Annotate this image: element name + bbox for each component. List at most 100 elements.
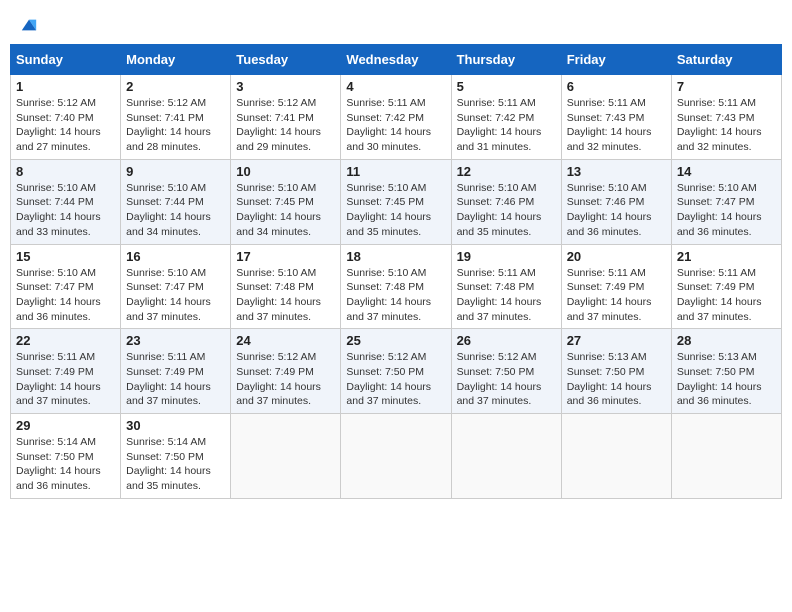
calendar-day-cell: 23 Sunrise: 5:11 AM Sunset: 7:49 PM Dayli… (121, 329, 231, 414)
day-info: Sunrise: 5:14 AM Sunset: 7:50 PM Dayligh… (126, 435, 225, 494)
calendar-day-cell: 24 Sunrise: 5:12 AM Sunset: 7:49 PM Dayli… (231, 329, 341, 414)
day-info: Sunrise: 5:11 AM Sunset: 7:48 PM Dayligh… (457, 266, 556, 325)
day-info: Sunrise: 5:11 AM Sunset: 7:42 PM Dayligh… (346, 96, 445, 155)
day-number: 14 (677, 164, 776, 179)
day-info: Sunrise: 5:10 AM Sunset: 7:46 PM Dayligh… (457, 181, 556, 240)
weekday-header: Thursday (451, 45, 561, 75)
calendar-day-cell: 26Sunrise: 5:12 AM Sunset: 7:50 PM Dayli… (451, 329, 561, 414)
calendar-week-row: 29 Sunrise: 5:14 AM Sunset: 7:50 PM Dayli… (11, 414, 782, 499)
weekday-header: Monday (121, 45, 231, 75)
calendar-day-cell: 13 Sunrise: 5:10 AM Sunset: 7:46 PM Dayli… (561, 159, 671, 244)
weekday-header: Saturday (671, 45, 781, 75)
weekday-header: Friday (561, 45, 671, 75)
day-info: Sunrise: 5:12 AM Sunset: 7:41 PM Dayligh… (236, 96, 335, 155)
calendar-day-cell: 5 Sunrise: 5:11 AM Sunset: 7:42 PM Daylig… (451, 75, 561, 160)
calendar-table: SundayMondayTuesdayWednesdayThursdayFrid… (10, 44, 782, 499)
day-info: Sunrise: 5:11 AM Sunset: 7:42 PM Dayligh… (457, 96, 556, 155)
calendar-day-cell: 11 Sunrise: 5:10 AM Sunset: 7:45 PM Dayli… (341, 159, 451, 244)
day-info: Sunrise: 5:12 AM Sunset: 7:50 PM Dayligh… (346, 350, 445, 409)
day-number: 15 (16, 249, 115, 264)
day-number: 12 (457, 164, 556, 179)
day-info: Sunrise: 5:10 AM Sunset: 7:45 PM Dayligh… (346, 181, 445, 240)
empty-day-cell (561, 414, 671, 499)
day-number: 29 (16, 418, 115, 433)
calendar-day-cell: 16 Sunrise: 5:10 AM Sunset: 7:47 PM Dayli… (121, 244, 231, 329)
day-number: 7 (677, 79, 776, 94)
day-number: 2 (126, 79, 225, 94)
calendar-header-row: SundayMondayTuesdayWednesdayThursdayFrid… (11, 45, 782, 75)
day-number: 4 (346, 79, 445, 94)
calendar-day-cell: 29 Sunrise: 5:14 AM Sunset: 7:50 PM Dayli… (11, 414, 121, 499)
calendar-week-row: 1 Sunrise: 5:12 AM Sunset: 7:40 PM Daylig… (11, 75, 782, 160)
day-info: Sunrise: 5:11 AM Sunset: 7:49 PM Dayligh… (567, 266, 666, 325)
logo-icon (20, 16, 38, 34)
calendar-day-cell: 21 Sunrise: 5:11 AM Sunset: 7:49 PM Dayli… (671, 244, 781, 329)
day-number: 20 (567, 249, 666, 264)
day-info: Sunrise: 5:14 AM Sunset: 7:50 PM Dayligh… (16, 435, 115, 494)
day-info: Sunrise: 5:13 AM Sunset: 7:50 PM Dayligh… (677, 350, 776, 409)
calendar-day-cell: 6Sunrise: 5:11 AM Sunset: 7:43 PM Daylig… (561, 75, 671, 160)
calendar-day-cell: 22Sunrise: 5:11 AM Sunset: 7:49 PM Dayli… (11, 329, 121, 414)
page-header (10, 10, 782, 40)
logo (18, 16, 38, 34)
day-info: Sunrise: 5:10 AM Sunset: 7:44 PM Dayligh… (126, 181, 225, 240)
day-info: Sunrise: 5:12 AM Sunset: 7:41 PM Dayligh… (126, 96, 225, 155)
day-number: 13 (567, 164, 666, 179)
day-info: Sunrise: 5:11 AM Sunset: 7:49 PM Dayligh… (16, 350, 115, 409)
day-number: 30 (126, 418, 225, 433)
weekday-header: Wednesday (341, 45, 451, 75)
calendar-day-cell: 4 Sunrise: 5:11 AM Sunset: 7:42 PM Daylig… (341, 75, 451, 160)
day-number: 1 (16, 79, 115, 94)
calendar-day-cell: 20 Sunrise: 5:11 AM Sunset: 7:49 PM Dayli… (561, 244, 671, 329)
calendar-day-cell: 9 Sunrise: 5:10 AM Sunset: 7:44 PM Daylig… (121, 159, 231, 244)
day-info: Sunrise: 5:13 AM Sunset: 7:50 PM Dayligh… (567, 350, 666, 409)
empty-day-cell (341, 414, 451, 499)
calendar-day-cell: 18Sunrise: 5:10 AM Sunset: 7:48 PM Dayli… (341, 244, 451, 329)
calendar-day-cell: 12 Sunrise: 5:10 AM Sunset: 7:46 PM Dayli… (451, 159, 561, 244)
day-number: 10 (236, 164, 335, 179)
day-info: Sunrise: 5:10 AM Sunset: 7:47 PM Dayligh… (126, 266, 225, 325)
day-number: 17 (236, 249, 335, 264)
calendar-day-cell: 19 Sunrise: 5:11 AM Sunset: 7:48 PM Dayli… (451, 244, 561, 329)
calendar-day-cell: 1 Sunrise: 5:12 AM Sunset: 7:40 PM Daylig… (11, 75, 121, 160)
day-info: Sunrise: 5:11 AM Sunset: 7:49 PM Dayligh… (677, 266, 776, 325)
empty-day-cell (451, 414, 561, 499)
day-info: Sunrise: 5:11 AM Sunset: 7:49 PM Dayligh… (126, 350, 225, 409)
day-number: 21 (677, 249, 776, 264)
calendar-day-cell: 3 Sunrise: 5:12 AM Sunset: 7:41 PM Daylig… (231, 75, 341, 160)
day-number: 5 (457, 79, 556, 94)
day-number: 19 (457, 249, 556, 264)
calendar-day-cell: 8Sunrise: 5:10 AM Sunset: 7:44 PM Daylig… (11, 159, 121, 244)
day-info: Sunrise: 5:12 AM Sunset: 7:49 PM Dayligh… (236, 350, 335, 409)
day-number: 16 (126, 249, 225, 264)
calendar-day-cell: 7 Sunrise: 5:11 AM Sunset: 7:43 PM Daylig… (671, 75, 781, 160)
day-info: Sunrise: 5:10 AM Sunset: 7:45 PM Dayligh… (236, 181, 335, 240)
day-number: 26 (457, 333, 556, 348)
day-info: Sunrise: 5:12 AM Sunset: 7:40 PM Dayligh… (16, 96, 115, 155)
day-number: 3 (236, 79, 335, 94)
weekday-header: Sunday (11, 45, 121, 75)
day-info: Sunrise: 5:11 AM Sunset: 7:43 PM Dayligh… (677, 96, 776, 155)
day-number: 25 (346, 333, 445, 348)
day-info: Sunrise: 5:11 AM Sunset: 7:43 PM Dayligh… (567, 96, 666, 155)
empty-day-cell (231, 414, 341, 499)
day-number: 28 (677, 333, 776, 348)
calendar-day-cell: 25 Sunrise: 5:12 AM Sunset: 7:50 PM Dayli… (341, 329, 451, 414)
calendar-day-cell: 28 Sunrise: 5:13 AM Sunset: 7:50 PM Dayli… (671, 329, 781, 414)
day-number: 24 (236, 333, 335, 348)
calendar-day-cell: 10 Sunrise: 5:10 AM Sunset: 7:45 PM Dayli… (231, 159, 341, 244)
day-info: Sunrise: 5:10 AM Sunset: 7:48 PM Dayligh… (346, 266, 445, 325)
day-number: 8 (16, 164, 115, 179)
day-info: Sunrise: 5:10 AM Sunset: 7:46 PM Dayligh… (567, 181, 666, 240)
empty-day-cell (671, 414, 781, 499)
calendar-day-cell: 2 Sunrise: 5:12 AM Sunset: 7:41 PM Daylig… (121, 75, 231, 160)
day-number: 23 (126, 333, 225, 348)
day-info: Sunrise: 5:10 AM Sunset: 7:47 PM Dayligh… (677, 181, 776, 240)
calendar-week-row: 8 Sunrise: 5:10 AM Sunset: 7:44 PM Daylig… (11, 159, 782, 244)
day-number: 9 (126, 164, 225, 179)
day-number: 27 (567, 333, 666, 348)
calendar-day-cell: 14 Sunrise: 5:10 AM Sunset: 7:47 PM Dayli… (671, 159, 781, 244)
day-number: 11 (346, 164, 445, 179)
day-info: Sunrise: 5:10 AM Sunset: 7:48 PM Dayligh… (236, 266, 335, 325)
calendar-day-cell: 15Sunrise: 5:10 AM Sunset: 7:47 PM Dayli… (11, 244, 121, 329)
